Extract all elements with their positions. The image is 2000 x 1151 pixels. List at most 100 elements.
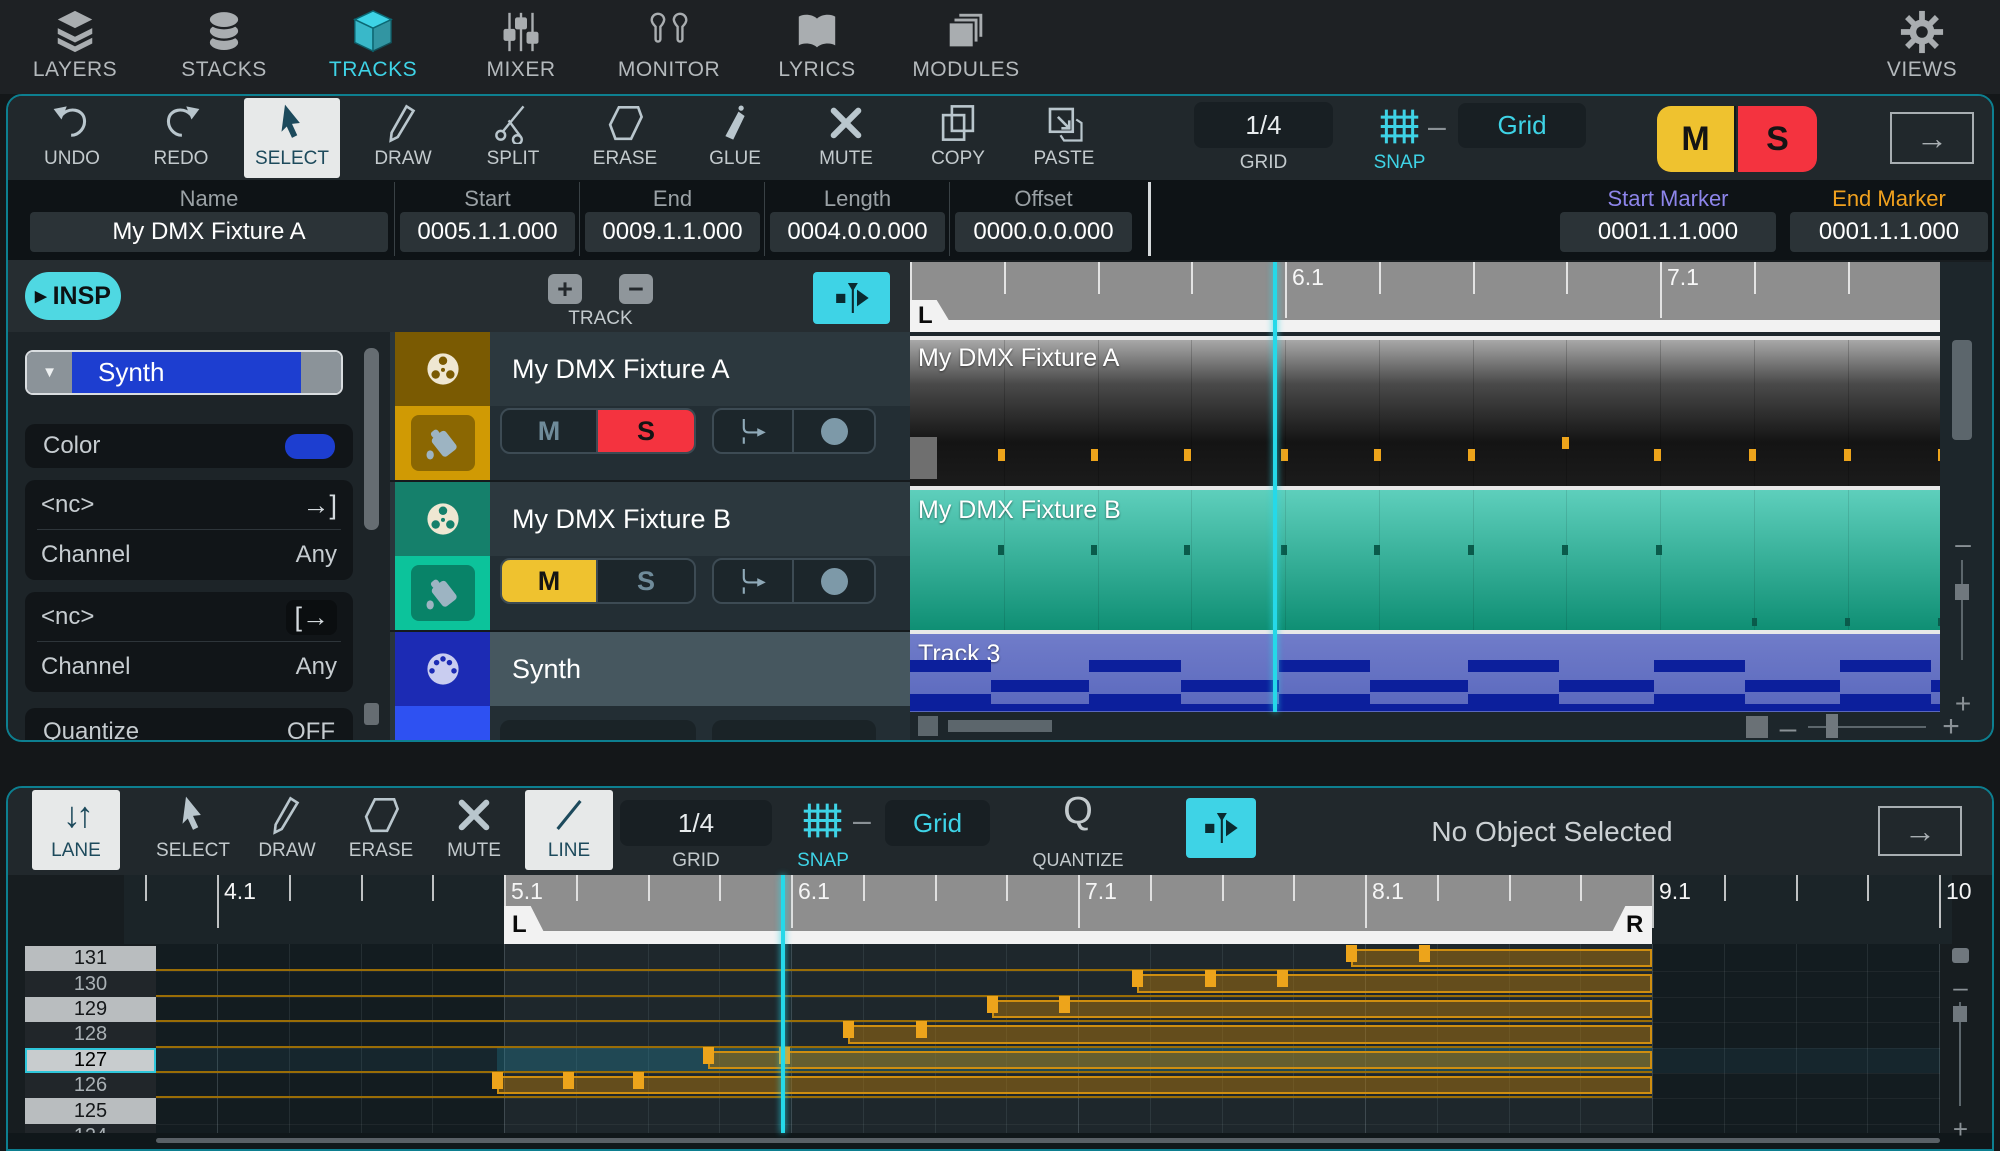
editor-tool-draw[interactable]: DRAW (243, 790, 331, 870)
h-zoom-handle[interactable] (1826, 714, 1838, 738)
info-value-name[interactable]: My DMX Fixture A (30, 212, 388, 252)
editor-grid-value-button[interactable]: 1/4 (620, 800, 772, 846)
editor-tool-erase[interactable]: ERASE (337, 790, 425, 870)
cc-value-handle[interactable] (1205, 970, 1216, 987)
dmx-event-dot[interactable] (1752, 618, 1757, 626)
track-row[interactable]: My DMX Fixture BMS (390, 482, 910, 630)
global-mute-button[interactable]: M (1657, 106, 1736, 172)
v-zoom-slider[interactable] (1961, 560, 1963, 660)
lane-label-129[interactable]: 129 (25, 997, 156, 1022)
cc-value-handle[interactable] (916, 1021, 927, 1038)
editor-tool-line[interactable]: LINE (525, 790, 613, 870)
zoom-in-h[interactable]: + (1940, 712, 1962, 740)
dmx-event-dot[interactable] (1468, 449, 1475, 461)
editor-tool-mute[interactable]: MUTE (430, 790, 518, 870)
tool-split[interactable]: SPLIT (465, 98, 561, 178)
clip-midi-track3[interactable]: Track 3 (910, 634, 1940, 712)
h-scroll-handle[interactable] (948, 720, 1052, 732)
tool-glue[interactable]: GLUE (687, 98, 783, 178)
dmx-event-dot[interactable] (1844, 449, 1851, 461)
midi-note[interactable] (1559, 680, 1654, 692)
editor-zoom-in-v[interactable]: + (1952, 1116, 1969, 1142)
midi-note[interactable] (1840, 660, 1931, 672)
inspector-row-Channel[interactable]: ChannelAny (25, 642, 353, 692)
clip-dmx-b[interactable]: My DMX Fixture B (910, 490, 1940, 630)
editor-snap-grid-icon[interactable] (800, 798, 845, 842)
snap-grid-icon[interactable] (1377, 104, 1422, 148)
record-enable-icon[interactable] (794, 560, 874, 602)
start-marker-value[interactable]: 0001.1.1.000 (1560, 212, 1776, 252)
nav-item-modules[interactable]: MODULES (891, 6, 1041, 90)
locator-range-strip[interactable] (910, 320, 1940, 332)
add-track-button[interactable]: + (548, 274, 582, 304)
cc-value-bar[interactable] (497, 1076, 1652, 1094)
route-record-group[interactable] (712, 720, 876, 740)
lane-label-127[interactable]: 127 (25, 1048, 156, 1073)
nav-item-lyrics[interactable]: LYRICS (742, 6, 892, 90)
info-value-offset[interactable]: 0000.0.0.000 (955, 212, 1132, 252)
cc-value-handle[interactable] (1132, 970, 1143, 987)
tool-draw[interactable]: DRAW (355, 98, 451, 178)
nav-item-views[interactable]: VIEWS (1847, 6, 1997, 90)
lane-label-130[interactable]: 130 (25, 971, 156, 996)
snap-mode-button[interactable]: Grid (1458, 103, 1586, 148)
dmx-fixture-icon[interactable] (411, 565, 475, 621)
editor-snap-mode-button[interactable]: Grid (885, 800, 990, 846)
dmx-event-dot[interactable] (1281, 449, 1288, 461)
editor-ruler[interactable]: 4.15.16.17.18.19.110LR (8, 875, 1992, 944)
track-type-dropdown[interactable]: ▼ Synth (25, 350, 343, 395)
locator-range-strip[interactable] (504, 931, 1652, 944)
midi-note[interactable] (1931, 680, 1940, 692)
dmx-event-dot[interactable] (1938, 449, 1940, 461)
midi-note[interactable] (1654, 660, 1745, 672)
cc-value-handle[interactable] (703, 1047, 714, 1064)
track-row[interactable]: Synth (390, 632, 910, 740)
tool-paste[interactable]: PASTE (1016, 98, 1112, 178)
zoom-square[interactable] (1746, 716, 1768, 738)
clip-gain-handle[interactable] (910, 437, 937, 479)
nav-item-stacks[interactable]: STACKS (149, 6, 299, 90)
dmx-event-dot[interactable] (1091, 449, 1098, 461)
editor-playhead[interactable] (781, 875, 785, 1133)
cc-value-handle[interactable] (1346, 945, 1357, 962)
remove-track-button[interactable]: − (619, 274, 653, 304)
nav-item-mixer[interactable]: MIXER (446, 6, 596, 90)
info-value-length[interactable]: 0004.0.0.000 (770, 212, 945, 252)
cc-value-bar[interactable] (992, 1000, 1652, 1018)
cc-value-handle[interactable] (1277, 970, 1288, 987)
auto-scroll-button[interactable] (813, 272, 890, 324)
tool-copy[interactable]: COPY (910, 98, 1006, 178)
cc-value-handle[interactable] (987, 996, 998, 1013)
lane-label-126[interactable]: 126 (25, 1073, 156, 1098)
midi-note[interactable] (1181, 680, 1279, 692)
cc-value-handle[interactable] (492, 1072, 503, 1089)
clip-dmx-a[interactable]: My DMX Fixture A (910, 340, 1940, 486)
quantize-icon[interactable]: Q (1048, 790, 1108, 833)
midi-note[interactable] (1370, 680, 1468, 692)
cc-value-handle[interactable] (1059, 996, 1070, 1013)
dmx-event-dot[interactable] (1184, 449, 1191, 461)
cc-value-bar[interactable] (708, 1051, 1652, 1069)
midi-note[interactable] (910, 660, 991, 672)
cc-value-handle[interactable] (563, 1072, 574, 1089)
inspector-row-nc[interactable]: <nc>[→ (25, 592, 353, 642)
track-color-swatch[interactable] (285, 434, 335, 459)
tool-mute[interactable]: MUTE (798, 98, 894, 178)
dmx-event-dot[interactable] (1374, 545, 1380, 555)
midi-note[interactable] (1279, 660, 1370, 672)
track-solo-button[interactable]: S (598, 410, 694, 452)
inspector-scrollbar[interactable] (364, 348, 379, 530)
zoom-out-v[interactable]: – (1954, 530, 1972, 558)
editor-v-scroll-handle[interactable] (1952, 948, 1969, 963)
dmx-event-dot[interactable] (1938, 618, 1940, 626)
end-marker-value[interactable]: 0001.1.1.000 (1790, 212, 1988, 252)
editor-tool-lane[interactable]: ↓↑LANE (32, 790, 120, 870)
forward-button[interactable]: → (1890, 112, 1974, 164)
tool-erase[interactable]: ERASE (577, 98, 673, 178)
lane-label-125[interactable]: 125 (25, 1098, 156, 1123)
dmx-fixture-icon[interactable] (411, 415, 475, 471)
inspector-row-nc[interactable]: <nc>→] (25, 480, 353, 530)
cc-value-handle[interactable] (1419, 945, 1430, 962)
info-value-start[interactable]: 0005.1.1.000 (400, 212, 575, 252)
midi-note[interactable] (1745, 680, 1840, 692)
